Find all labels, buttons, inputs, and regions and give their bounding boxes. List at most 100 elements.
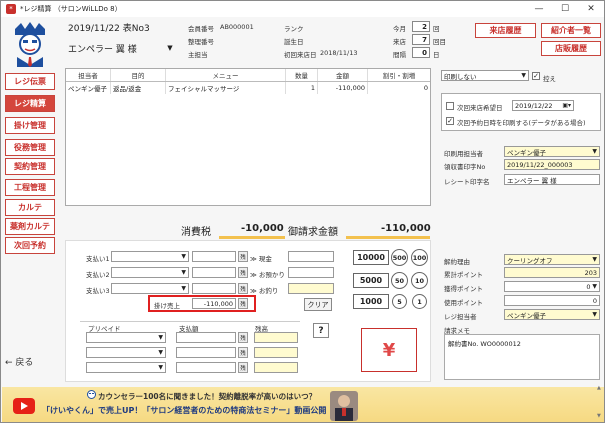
app-logo-icon (5, 19, 55, 67)
prepaid-2-amount[interactable] (176, 347, 236, 358)
clear-button[interactable]: クリア (304, 298, 332, 311)
coin-1-button[interactable]: 1 (412, 294, 427, 309)
pay1-method-select[interactable]: ▼ (111, 251, 189, 262)
pay1-remain-button[interactable]: 残 (238, 251, 248, 262)
cumulative-points-label: 累計ポイント (444, 271, 483, 279)
pay3-remain-button[interactable]: 残 (238, 283, 248, 294)
cancel-reason-select[interactable]: クーリングオフ ▼ (504, 254, 600, 265)
payment-panel: 支払い1 ▼ 残 ≫ 現金 支払い2 ▼ 残 ≫ お預かり 支払い3 ▼ 残 ≫… (65, 240, 431, 382)
visits-count: 7 (412, 34, 430, 45)
coin-10-button[interactable]: 10 (411, 272, 428, 289)
help-button[interactable]: ? (313, 323, 329, 338)
pay3-method-select[interactable]: ▼ (111, 283, 189, 294)
interval-count: 0 (412, 47, 430, 58)
promo-banner[interactable]: カウンセラー100名に聞きました！契約離脱率が高いのはいつ？ 「けいやくん」で売… (2, 387, 604, 422)
bill-5000-button[interactable]: 5000 (353, 273, 389, 288)
bill-10000-button[interactable]: 10000 (353, 250, 389, 265)
visit-history-button[interactable]: 来店履歴 (475, 23, 536, 38)
sidebar-item-chemical-chart[interactable]: 薬剤カルテ (5, 218, 55, 235)
next-visit-checkbox[interactable] (446, 102, 454, 110)
next-visit-date: 2019/12/22 (515, 101, 553, 110)
maximize-button[interactable]: ☐ (552, 1, 578, 17)
scroll-down-icon[interactable]: ▼ (597, 413, 604, 419)
prepaid-3-balance (254, 362, 298, 373)
pay2-amount-input[interactable] (192, 267, 236, 278)
receipt-name-field[interactable]: エンペラー 翼 様 (504, 174, 600, 185)
prepaid-2-remain-button[interactable]: 残 (238, 347, 248, 358)
prepaid-1-remain-button[interactable]: 残 (238, 332, 248, 343)
prepaid-3-amount[interactable] (176, 362, 236, 373)
banner-line2: 「けいやくん」で売上UP！「サロン経営者のための特商法セミナー」動画公開 (42, 406, 327, 415)
print-next-checkbox[interactable]: ✓ (446, 117, 454, 125)
sidebar-item-process-management[interactable]: 工程管理 (5, 179, 55, 196)
this-month-unit: 回 (433, 25, 440, 33)
cash-input[interactable] (288, 251, 334, 262)
cell-purpose: 返品/返金 (111, 82, 166, 94)
credit-sale-input[interactable]: -110,000 (192, 298, 236, 309)
receipt-no-label: 領収書印字No (444, 163, 486, 171)
next-visit-date-picker[interactable]: 2019/12/22 ▣▾ (512, 100, 574, 111)
back-button[interactable]: ← 戻る (5, 353, 55, 369)
credit-remain-button[interactable]: 残 (238, 298, 248, 309)
cancel-reason-value: クーリングオフ (507, 256, 553, 265)
change-output (288, 283, 334, 294)
sidebar-item-service-management[interactable]: 役務管理 (5, 139, 55, 156)
visits-unit: 回目 (433, 38, 446, 46)
receipt-no-field[interactable]: 2019/11/22_000003 (504, 159, 600, 170)
register-staff-select[interactable]: ペンギン優子 ▼ (504, 309, 600, 320)
print-staff-label: 印刷用担当者 (444, 150, 483, 158)
register-staff-label: レジ担当者 (444, 313, 477, 321)
tax-underline (219, 236, 285, 239)
rank-label: ランク (284, 25, 304, 33)
cell-qty: 1 (286, 82, 318, 94)
pay1-amount-input[interactable] (192, 251, 236, 262)
prepaid-3-remain-button[interactable]: 残 (238, 362, 248, 373)
coin-50-button[interactable]: 50 (391, 272, 408, 289)
close-button[interactable]: ✕ (578, 1, 604, 17)
receipt-name-label: レシート印字名 (444, 178, 490, 186)
sidebar-item-slip[interactable]: レジ伝票 (5, 73, 55, 90)
used-points-label: 使用ポイント (444, 299, 483, 307)
this-month-count: 2 (412, 21, 430, 32)
interval-unit: 日 (433, 51, 440, 59)
sidebar-item-contract-management[interactable]: 契約管理 (5, 158, 55, 175)
prepaid-1-select[interactable]: ▼ (86, 332, 166, 343)
minimize-button[interactable]: — (526, 1, 552, 17)
sales-history-button[interactable]: 店販履歴 (541, 41, 601, 56)
copy-label: 控え (543, 75, 556, 83)
yen-icon: ¥ (382, 339, 396, 361)
pay2-method-select[interactable]: ▼ (111, 267, 189, 278)
pay2-remain-button[interactable]: 残 (238, 267, 248, 278)
table-row[interactable]: ペンギン優子 返品/返金 フェイシャルマッサージ 1 -110,000 0 (66, 82, 430, 94)
sidebar-item-checkout[interactable]: レジ精算 (5, 95, 55, 112)
memo-textarea[interactable]: 解約書No. WO0000012 (444, 334, 600, 380)
cell-menu: フェイシャルマッサージ (166, 82, 286, 94)
scroll-up-icon[interactable]: ▲ (597, 385, 604, 391)
mascot-icon (87, 390, 96, 399)
prepaid-2-select[interactable]: ▼ (86, 347, 166, 358)
prepaid-3-select[interactable]: ▼ (86, 362, 166, 373)
used-points-field[interactable]: 0 (504, 295, 600, 306)
customer-dropdown-icon[interactable]: ▼ (165, 43, 175, 53)
coin-100-button[interactable]: 100 (411, 249, 428, 266)
prepaid-1-amount[interactable] (176, 332, 236, 343)
checkout-yen-button[interactable]: ¥ (361, 328, 417, 372)
print-select[interactable]: 印刷しない ▼ (441, 70, 529, 81)
print-staff-select[interactable]: ペンギン優子 ▼ (504, 146, 600, 157)
pay3-amount-input[interactable] (192, 283, 236, 294)
bill-1000-button[interactable]: 1000 (353, 294, 389, 309)
this-month-label: 今月 (393, 25, 406, 33)
coin-500-button[interactable]: 500 (391, 249, 408, 266)
receipt-no-value: 2019/11/22_000003 (507, 160, 573, 169)
sidebar-item-chart[interactable]: カルテ (5, 199, 55, 216)
presenter-photo (330, 391, 358, 421)
referrer-list-button[interactable]: 紹介者一覧 (541, 23, 601, 38)
copy-checkbox[interactable]: ✓ (532, 72, 540, 80)
sidebar-item-next-reservation[interactable]: 次回予約 (5, 237, 55, 254)
banner-line1: カウンセラー100名に聞きました！契約離脱率が高いのはいつ？ (98, 392, 317, 401)
sidebar-item-credit-management[interactable]: 掛け管理 (5, 117, 55, 134)
coin-5-button[interactable]: 5 (392, 294, 407, 309)
tax-value: -10,000 (241, 223, 284, 234)
deposit-input[interactable] (288, 267, 334, 278)
earned-points-field[interactable]: 0 ▼ (504, 281, 600, 292)
